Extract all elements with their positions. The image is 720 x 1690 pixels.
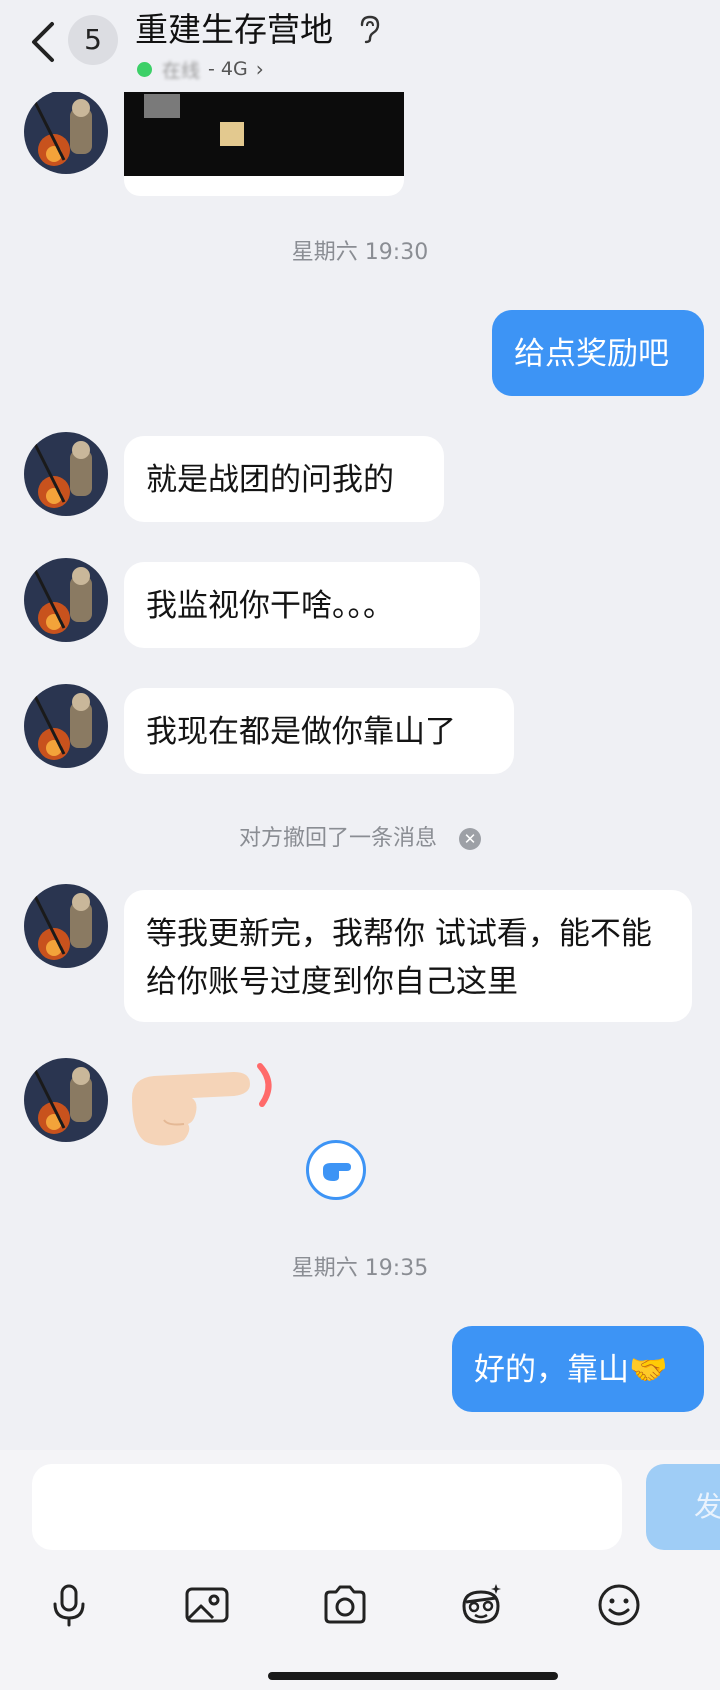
contact-message-bubble[interactable]: 等我更新完，我帮你 试试看，能不能给你账号过度到你自己这里 [124, 890, 692, 1022]
contact-message-bubble[interactable]: 我现在都是做你靠山了 [124, 688, 514, 774]
status-text: 在线 [162, 59, 201, 82]
timestamp: 星期六 19:35 [291, 1256, 429, 1281]
input-toolbar [0, 1580, 720, 1640]
my-message-text: 好的，靠山 [474, 1352, 629, 1388]
contact-avatar[interactable] [24, 432, 108, 516]
image-pixel-block [220, 122, 244, 146]
chat-header: 5 重建生存营地 在线 - 4G › [0, 0, 720, 92]
contact-avatar[interactable] [24, 90, 108, 174]
home-indicator [268, 1672, 558, 1680]
chevron-right-icon: › [255, 57, 264, 81]
message-input[interactable] [32, 1464, 622, 1550]
recall-notice-text: 对方撤回了一条消息 [238, 826, 437, 851]
image-pixel-block [144, 94, 180, 118]
contact-avatar[interactable] [24, 558, 108, 642]
contact-avatar[interactable] [24, 884, 108, 968]
chat-area[interactable]: 星期六 19:30 给点奖励吧 就是战团的问我的 我监视你干啥。。。 我现在都是… [0, 0, 720, 1450]
poke-sticker[interactable] [124, 1050, 284, 1150]
online-dot-icon [137, 61, 152, 77]
microphone-icon[interactable] [44, 1580, 94, 1630]
ai-face-icon[interactable] [456, 1580, 506, 1630]
timestamp: 星期六 19:30 [291, 240, 429, 265]
poke-badge-icon[interactable] [306, 1140, 366, 1200]
emoji-icon[interactable] [594, 1580, 644, 1630]
contact-avatar[interactable] [24, 684, 108, 768]
my-message-bubble[interactable]: 好的，靠山🤝 [452, 1326, 704, 1412]
image-icon[interactable] [182, 1580, 232, 1630]
online-status[interactable]: 在线 - 4G › [137, 56, 264, 82]
contact-message-bubble[interactable]: 我监视你干啥。。。 [124, 562, 480, 648]
my-message-bubble[interactable]: 给点奖励吧 [492, 310, 704, 396]
unread-count-badge[interactable]: 5 [68, 15, 118, 65]
camera-icon[interactable] [320, 1580, 370, 1630]
contact-message-bubble[interactable]: 就是战团的问我的 [124, 436, 444, 522]
chat-title[interactable]: 重建生存营地 [135, 8, 333, 52]
handshake-emoji: 🤝 [629, 1352, 668, 1388]
recall-notice: 对方撤回了一条消息 ✕ [0, 820, 720, 852]
ear-icon[interactable] [356, 13, 382, 45]
close-icon[interactable]: ✕ [459, 828, 481, 850]
contact-avatar[interactable] [24, 1058, 108, 1142]
send-button[interactable]: 发 [646, 1464, 720, 1550]
input-bar: 发 [0, 1450, 720, 1690]
network-text: - 4G [208, 58, 248, 80]
back-button[interactable] [28, 20, 58, 64]
